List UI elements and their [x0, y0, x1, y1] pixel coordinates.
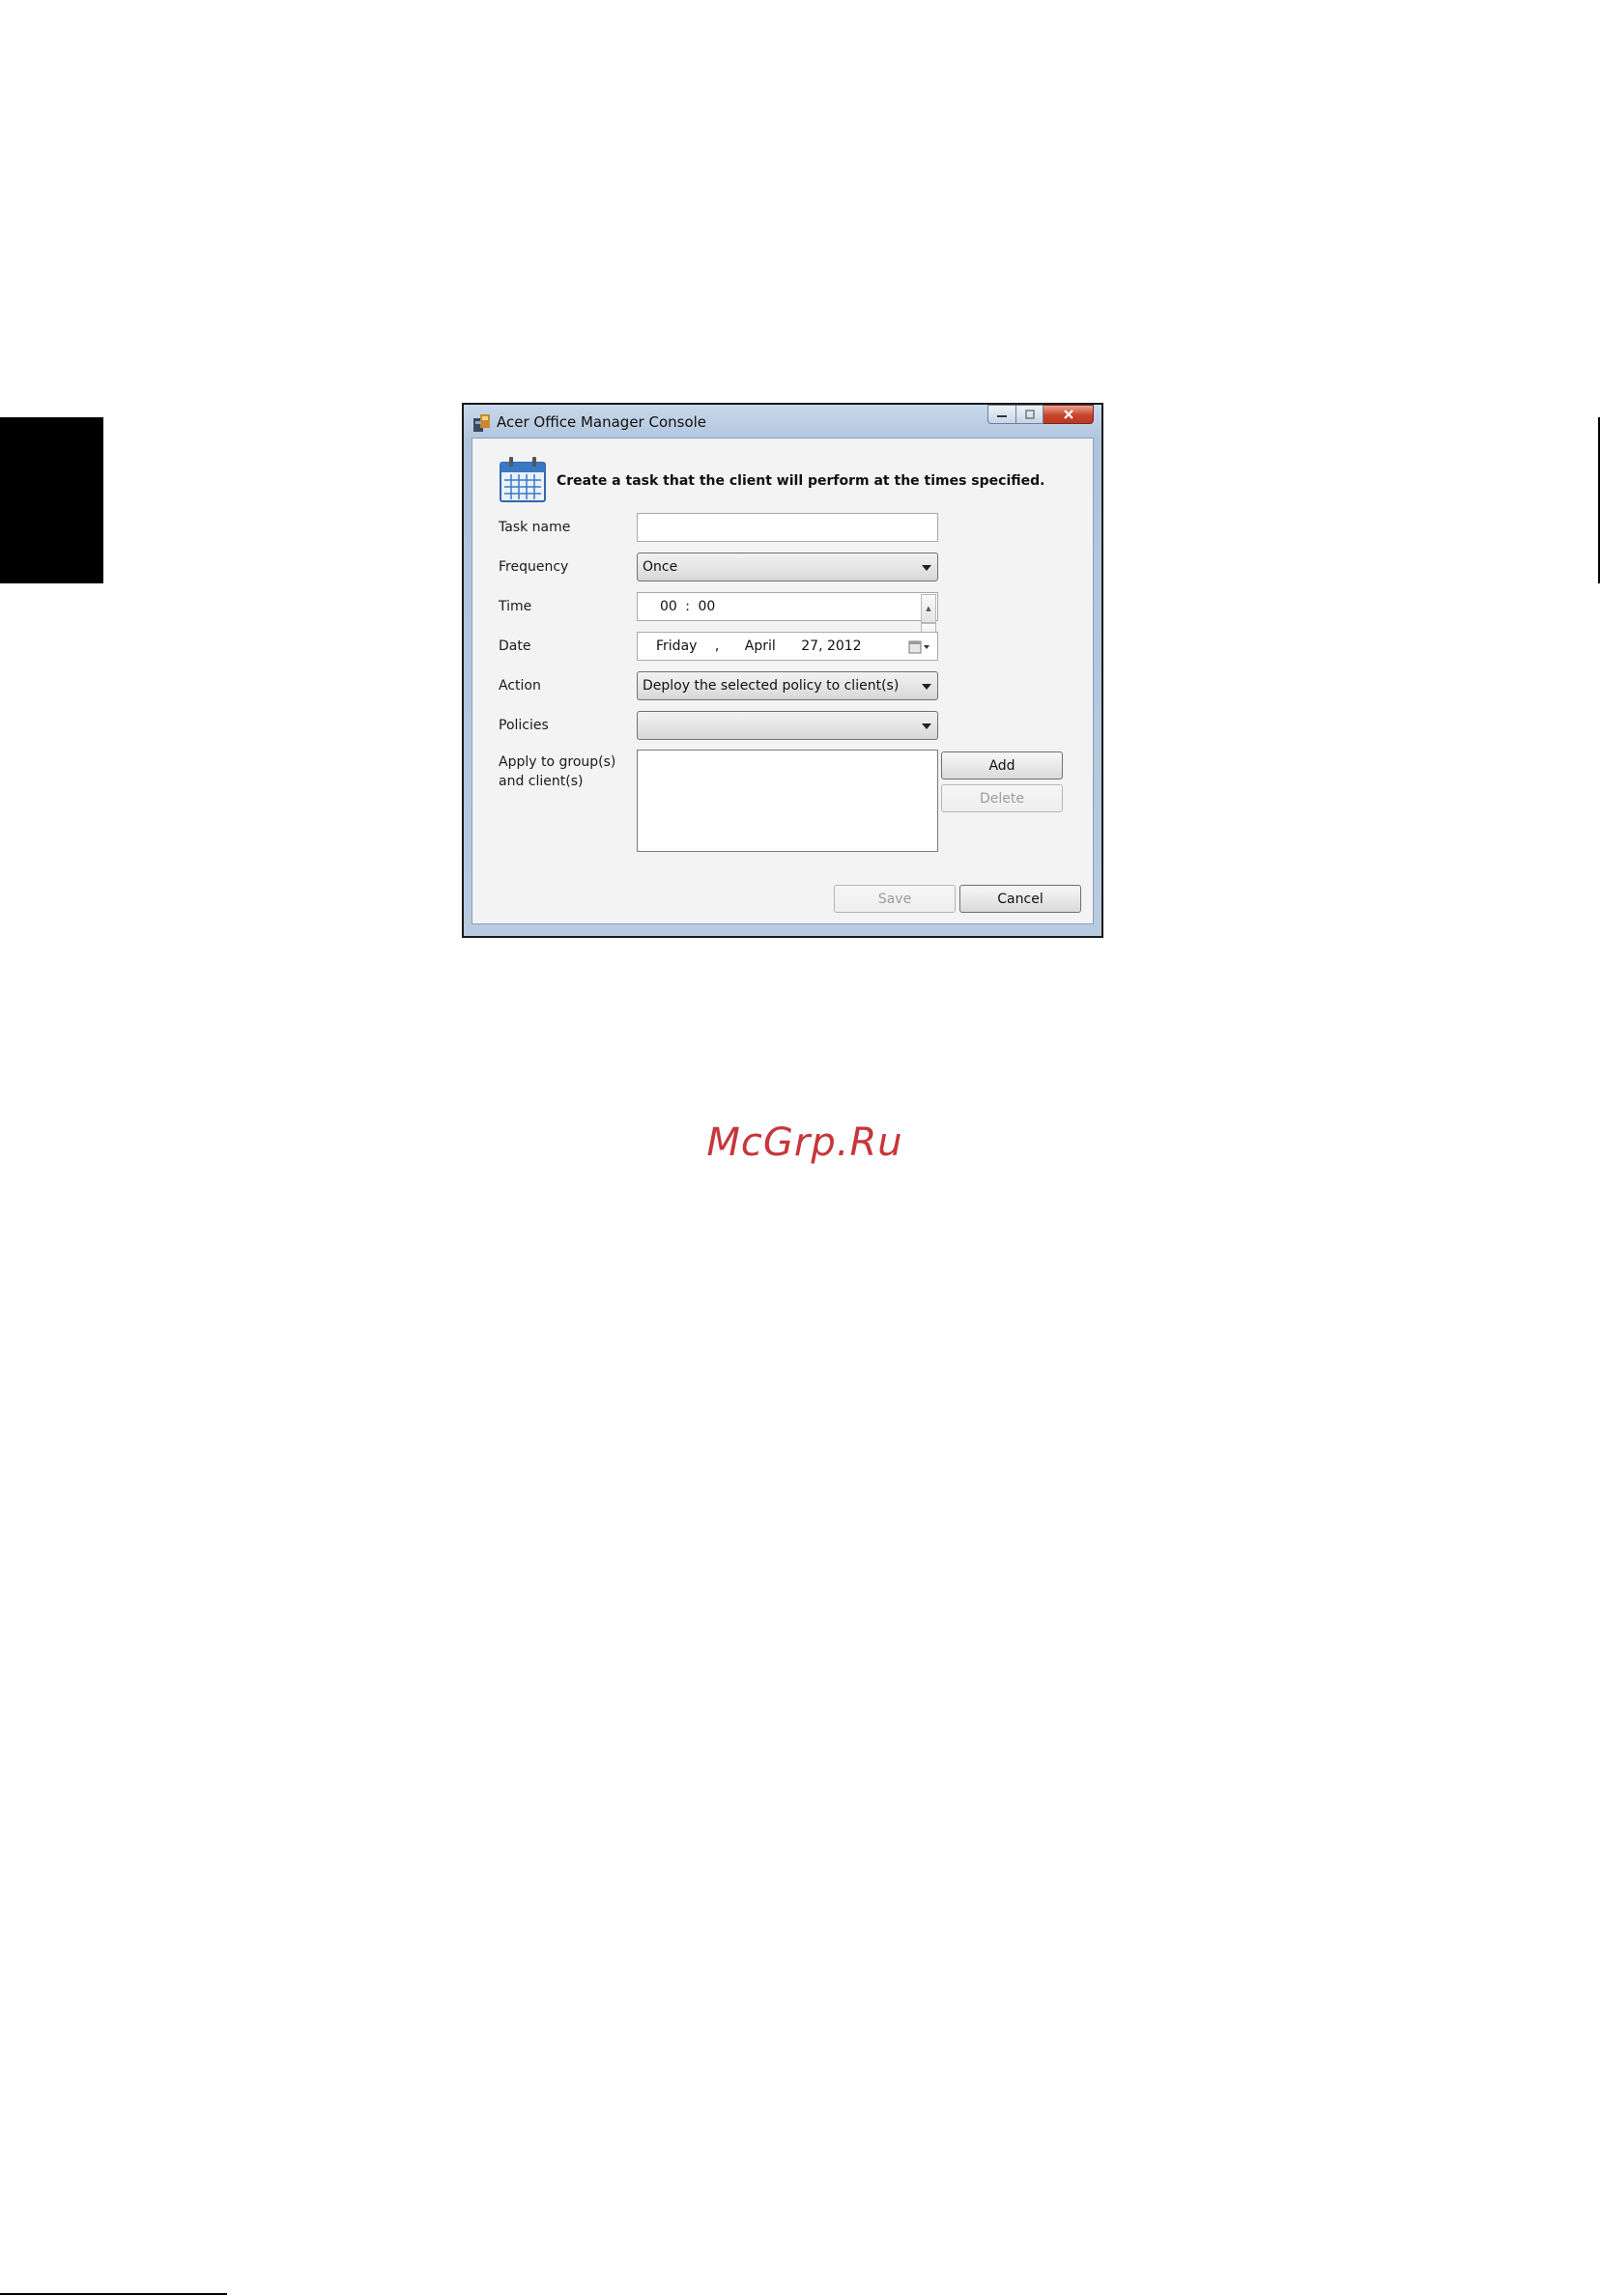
frequency-value: Once — [643, 559, 678, 575]
page-right-rule — [1598, 417, 1600, 583]
window-title: Acer Office Manager Console — [497, 413, 707, 431]
date-label: Date — [499, 638, 531, 654]
time-picker[interactable]: 00 : 00 ▲ ▼ — [637, 592, 938, 652]
chevron-down-icon — [922, 565, 931, 571]
date-weekday[interactable]: Friday — [656, 638, 697, 654]
action-value: Deploy the selected policy to client(s) — [643, 678, 900, 694]
date-comma: , — [714, 638, 720, 654]
dialog-client-area: Create a task that the client will perfo… — [472, 438, 1094, 924]
minimize-button[interactable] — [987, 405, 1016, 424]
close-button[interactable] — [1044, 405, 1094, 424]
page-bottom-rule — [0, 2293, 227, 2295]
groups-clients-list[interactable] — [637, 750, 938, 852]
policies-select[interactable] — [637, 711, 938, 740]
acer-app-icon — [473, 414, 490, 432]
spin-up-icon[interactable]: ▲ — [921, 594, 936, 623]
time-minutes[interactable]: 00 — [698, 599, 715, 614]
task-name-input[interactable] — [637, 513, 938, 542]
minimize-icon — [997, 415, 1007, 417]
cancel-button[interactable]: Cancel — [959, 885, 1081, 913]
delete-button[interactable]: Delete — [941, 784, 1063, 812]
chevron-down-icon — [922, 723, 931, 729]
task-dialog-window: Acer Office Manager Console Create a tas — [462, 403, 1103, 938]
maximize-button[interactable] — [1016, 405, 1044, 424]
title-bar[interactable]: Acer Office Manager Console — [464, 405, 1101, 438]
action-select[interactable]: Deploy the selected policy to client(s) — [637, 671, 938, 700]
save-button[interactable]: Save — [834, 885, 956, 913]
watermark-text: McGrp.Ru — [706, 1120, 903, 1165]
page-side-tab — [0, 417, 103, 583]
date-day-year[interactable]: 27, 2012 — [801, 638, 861, 654]
calendar-icon — [500, 457, 546, 502]
frequency-select[interactable]: Once — [637, 553, 938, 581]
apply-label-line1: Apply to group(s) — [499, 754, 616, 770]
date-month[interactable]: April — [745, 638, 776, 654]
time-hours[interactable]: 00 — [660, 599, 677, 614]
chevron-down-icon — [922, 684, 931, 690]
frequency-label: Frequency — [499, 559, 569, 575]
time-spinner[interactable]: ▲ ▼ — [921, 594, 936, 652]
window-controls — [987, 405, 1094, 426]
task-name-label: Task name — [499, 520, 571, 535]
policies-label: Policies — [499, 718, 549, 733]
dialog-header-text: Create a task that the client will perfo… — [557, 473, 1045, 489]
apply-label-line2: and client(s) — [499, 774, 584, 789]
action-label: Action — [499, 678, 541, 694]
time-label: Time — [499, 599, 532, 614]
time-separator: : — [685, 599, 690, 614]
close-icon — [1063, 410, 1073, 419]
date-picker[interactable]: Friday , April 27, 2012 — [637, 632, 938, 661]
add-button[interactable]: Add — [941, 751, 1063, 780]
calendar-dropdown-icon[interactable] — [908, 639, 931, 655]
maximize-icon — [1024, 410, 1035, 419]
